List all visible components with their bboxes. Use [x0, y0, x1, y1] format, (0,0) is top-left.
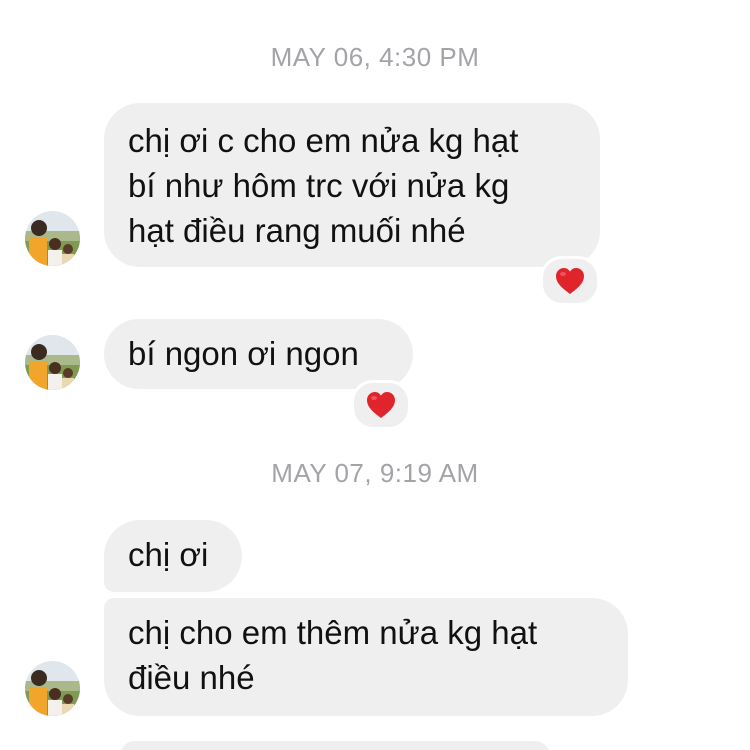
avatar[interactable]: [25, 211, 80, 266]
avatar[interactable]: [25, 661, 80, 716]
message-bubble-partial[interactable]: [120, 741, 550, 750]
avatar[interactable]: [25, 335, 80, 390]
message-bubble[interactable]: bí ngon ơi ngon: [104, 319, 413, 389]
reaction-badge[interactable]: [540, 256, 600, 306]
message-bubble[interactable]: chị ơi c cho em nửa kg hạt bí như hôm tr…: [104, 103, 600, 267]
contact-photo-icon: [25, 211, 80, 266]
message-bubble[interactable]: chị cho em thêm nửa kg hạt điều nhé: [104, 598, 628, 716]
timestamp-divider: MAY 07, 9:19 AM: [271, 458, 479, 488]
contact-photo-icon: [25, 335, 80, 390]
heart-icon: [367, 392, 395, 418]
timestamp-divider: MAY 06, 4:30 PM: [270, 42, 480, 72]
contact-photo-icon: [25, 661, 80, 716]
message-bubble[interactable]: chị ơi: [104, 520, 242, 592]
chat-thread[interactable]: MAY 06, 4:30 PM chị ơi c cho em nửa kg h…: [0, 0, 750, 750]
heart-icon: [556, 268, 584, 294]
reaction-badge[interactable]: [351, 380, 411, 430]
